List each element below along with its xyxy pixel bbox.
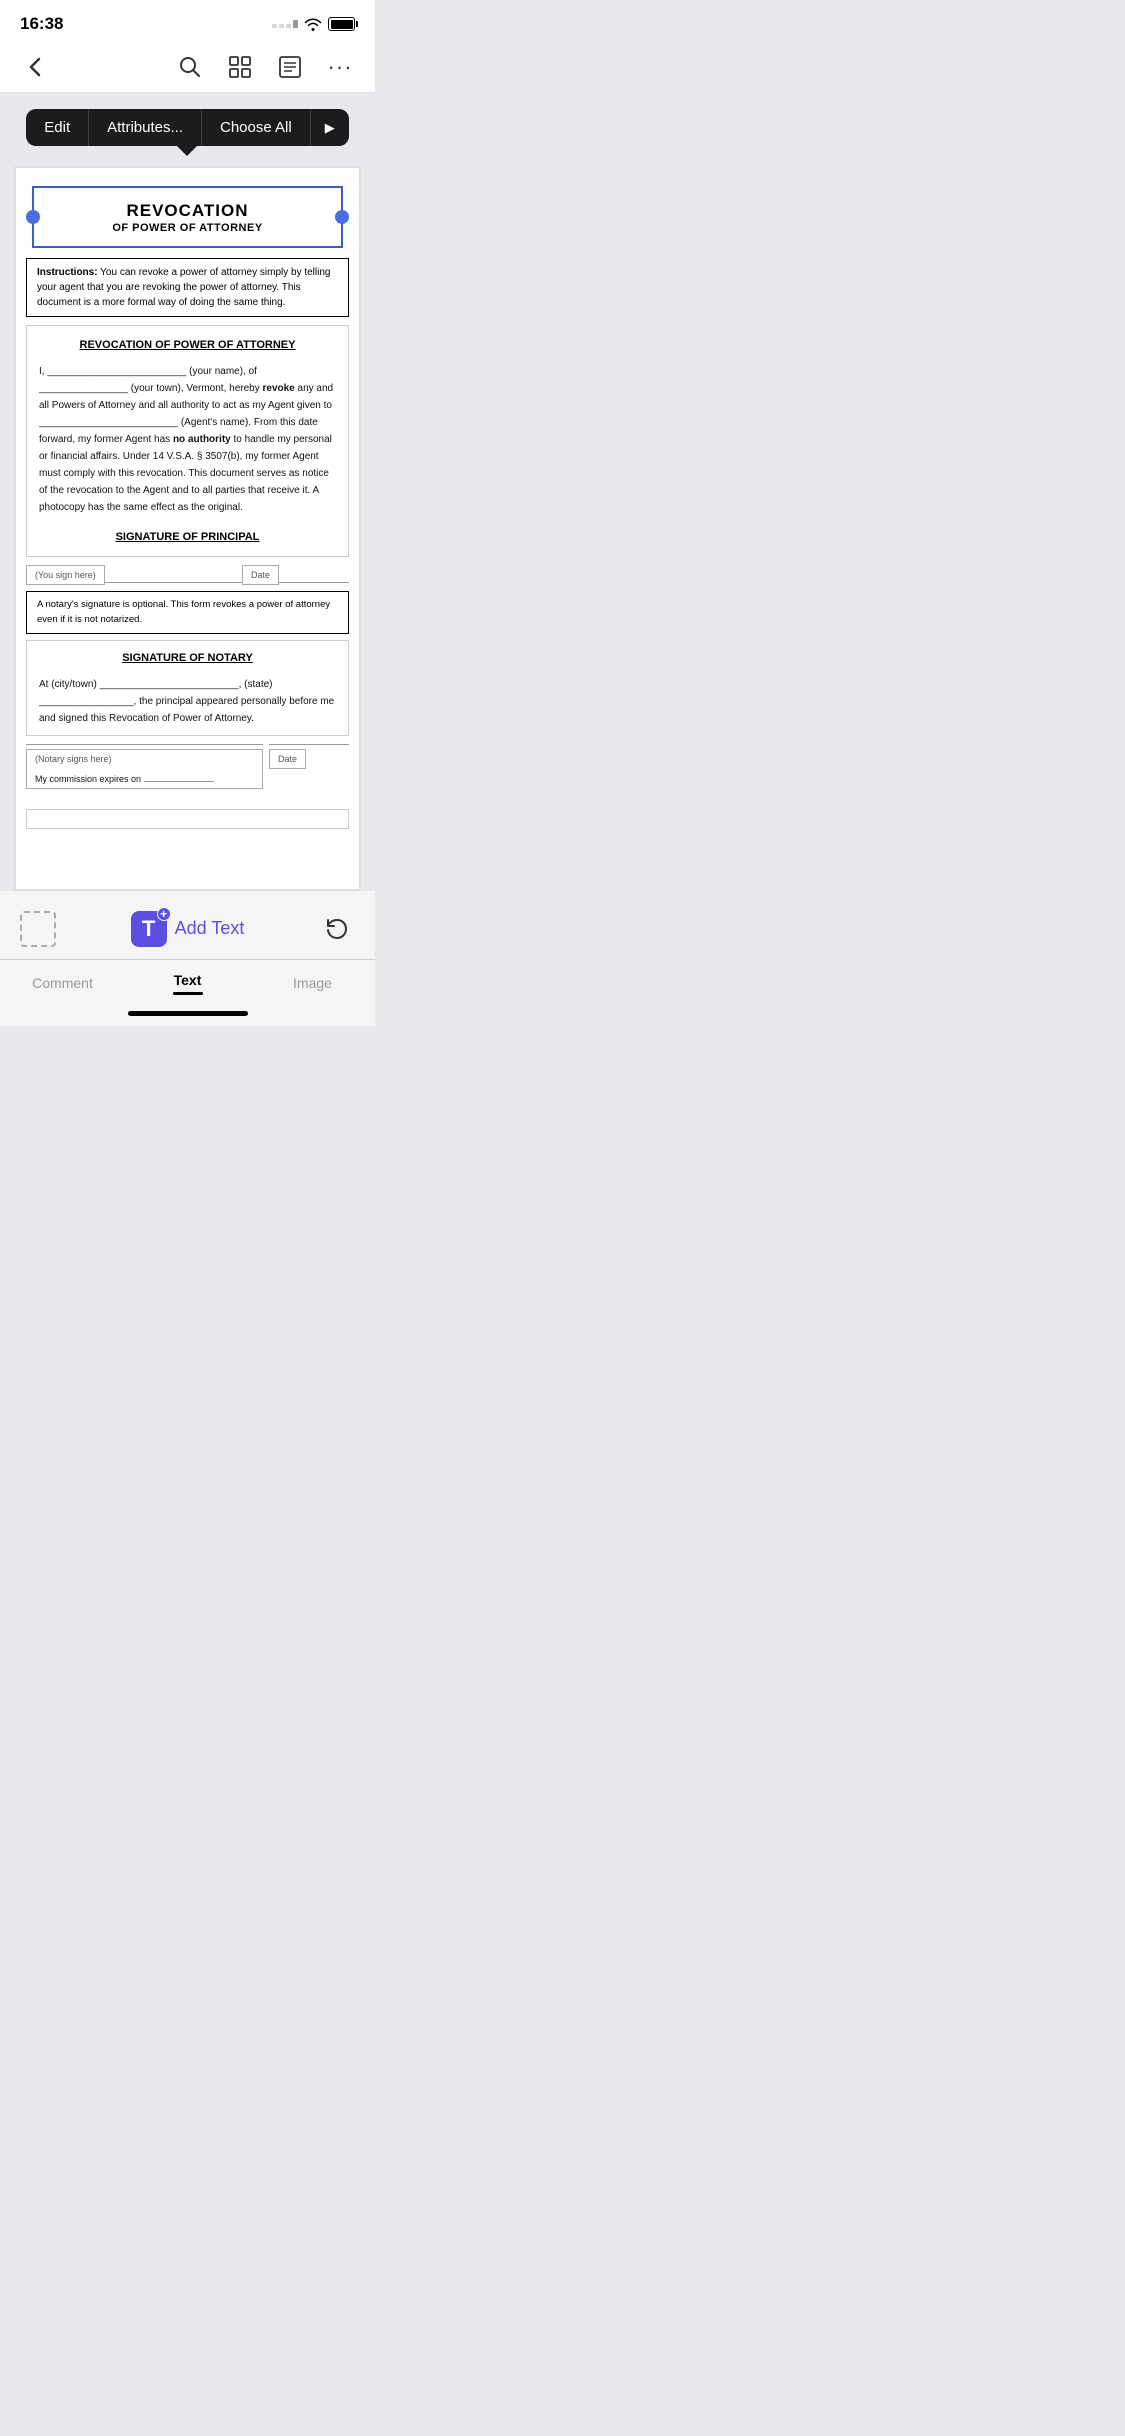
tab-text[interactable]: Text — [125, 968, 250, 999]
page2-area — [26, 809, 349, 879]
add-text-plus-icon: + — [157, 907, 171, 921]
title-box[interactable]: REVOCATION OF POWER OF ATTORNEY — [32, 186, 343, 248]
tab-active-indicator — [173, 992, 203, 995]
notary-text: At (city/town) _________________________… — [39, 676, 336, 727]
instructions-box: Instructions: You can revoke a power of … — [26, 258, 349, 317]
undo-button[interactable] — [319, 911, 355, 947]
add-text-label: Add Text — [175, 918, 245, 939]
home-bar — [128, 1011, 248, 1016]
signal-icon — [272, 20, 298, 28]
body-text-3: to handle my personal or financial affai… — [39, 434, 332, 513]
section-title: REVOCATION OF POWER OF ATTORNEY — [39, 336, 336, 355]
list-button[interactable] — [275, 52, 305, 82]
body-bold-2: no authority — [173, 434, 231, 445]
main-toolbar: ··· — [0, 42, 375, 93]
notary-section: SIGNATURE OF NOTARY At (city/town) _____… — [26, 640, 349, 736]
attributes-button[interactable]: Attributes... — [89, 109, 202, 146]
sign-row: (You sign here) Date — [26, 565, 349, 585]
play-button[interactable]: ▶ — [311, 109, 349, 146]
add-text-row: T + Add Text — [0, 901, 375, 959]
handle-left[interactable] — [26, 210, 40, 224]
signature-principal-label: SIGNATURE OF PRINCIPAL — [116, 531, 260, 543]
notary-sign-box: (Notary signs here) My commission expire… — [26, 749, 263, 789]
more-button[interactable]: ··· — [325, 52, 355, 82]
sign-here-label: (You sign here) — [26, 565, 105, 585]
context-menu-wrapper: Edit Attributes... Choose All ▶ — [14, 109, 361, 152]
status-time: 16:38 — [20, 14, 63, 34]
grid-button[interactable] — [225, 52, 255, 82]
instructions-label: Instructions: — [37, 267, 98, 278]
document: REVOCATION OF POWER OF ATTORNEY Instruct… — [14, 166, 361, 891]
notary-sign-label: (Notary signs here) — [35, 754, 254, 764]
choose-all-button[interactable]: Choose All — [202, 109, 311, 146]
home-indicator — [0, 1003, 375, 1026]
body-text-1: I, _________________________ (your name)… — [39, 366, 263, 394]
edit-button[interactable]: Edit — [26, 109, 89, 146]
status-icons — [272, 17, 355, 31]
date-label: Date — [242, 565, 279, 585]
tab-comment[interactable]: Comment — [0, 971, 125, 995]
page2-box — [26, 809, 349, 829]
back-button[interactable] — [20, 52, 50, 82]
commission-text: My commission expires on — [35, 774, 254, 784]
main-section: REVOCATION OF POWER OF ATTORNEY I, _____… — [26, 325, 349, 557]
notary-date-label: Date — [269, 749, 306, 769]
handle-right[interactable] — [335, 210, 349, 224]
content-area: Edit Attributes... Choose All ▶ REVOCATI… — [0, 93, 375, 891]
body-text: I, _________________________ (your name)… — [39, 363, 336, 516]
status-bar: 16:38 — [0, 0, 375, 42]
notary-sign-row: (Notary signs here) My commission expire… — [26, 744, 349, 789]
toolbar-right: ··· — [175, 52, 355, 82]
selection-tool-button[interactable] — [20, 911, 56, 947]
body-bold-1: revoke — [263, 383, 295, 394]
bottom-section: T + Add Text Comment Text Image — [0, 891, 375, 1026]
context-menu: Edit Attributes... Choose All ▶ — [26, 109, 348, 146]
doc-subtitle: OF POWER OF ATTORNEY — [46, 222, 329, 234]
add-text-icon: T + — [131, 911, 167, 947]
doc-title: REVOCATION — [46, 200, 329, 222]
tab-bar: Comment Text Image — [0, 959, 375, 1003]
notary-notice: A notary's signature is optional. This f… — [26, 591, 349, 634]
tab-image[interactable]: Image — [250, 971, 375, 995]
add-text-button[interactable]: T + Add Text — [131, 911, 245, 947]
signature-notary-label: SIGNATURE OF NOTARY — [39, 649, 336, 668]
wifi-icon — [304, 18, 322, 31]
battery-icon — [328, 17, 355, 31]
search-button[interactable] — [175, 52, 205, 82]
